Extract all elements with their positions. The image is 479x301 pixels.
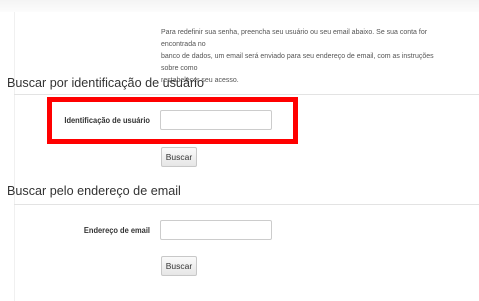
top-strip <box>0 0 479 12</box>
username-input[interactable] <box>160 110 272 130</box>
username-section-title: Buscar por identificação de usuário <box>7 75 204 90</box>
username-search-button[interactable]: Buscar <box>161 147 197 167</box>
instructions-text: Para redefinir sua senha, preencha seu u… <box>161 26 448 86</box>
instructions-line: restabelecer seu acesso. <box>161 75 239 84</box>
username-section-divider <box>14 94 479 95</box>
instructions-line: Para redefinir sua senha, preencha seu u… <box>161 27 428 48</box>
email-section-divider <box>14 204 479 205</box>
email-field-label: Endereço de email <box>83 225 150 235</box>
instructions-line: banco de dados, um email será enviado pa… <box>161 51 434 72</box>
username-field-label: Identificação de usuário <box>64 115 150 125</box>
email-search-button[interactable]: Buscar <box>161 256 197 276</box>
email-input[interactable] <box>160 220 272 240</box>
email-section-title: Buscar pelo endereço de email <box>7 183 181 198</box>
left-divider <box>14 12 15 301</box>
